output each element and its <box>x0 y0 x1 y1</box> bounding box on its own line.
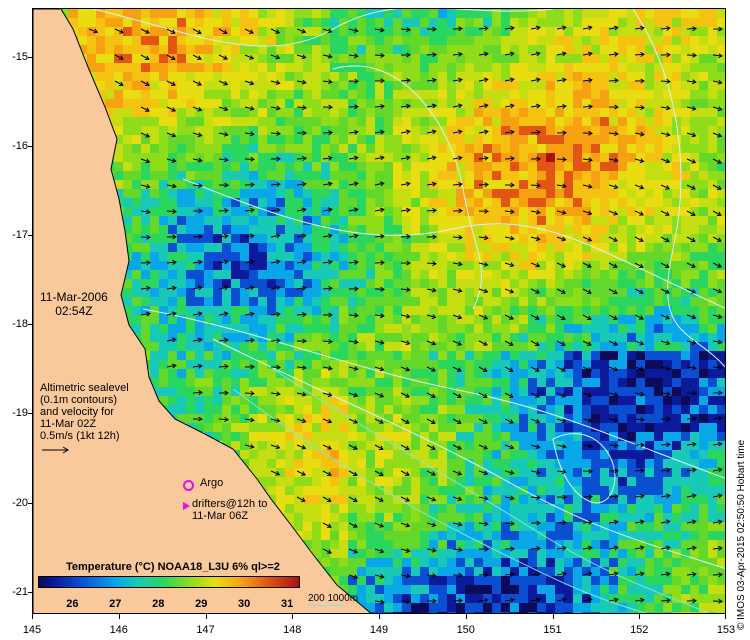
temperature-colorbar <box>38 576 300 588</box>
argo-marker-icon <box>183 480 194 491</box>
altimetry-line: 0.5m/s (1kt 12h) <box>40 430 120 442</box>
lat-tick-mark <box>28 591 33 593</box>
lon-tick-label: 149 <box>369 624 389 636</box>
lon-tick-mark <box>32 614 33 619</box>
altimetry-line: and velocity for <box>40 406 114 418</box>
colorbar-tick-label: 27 <box>109 598 122 610</box>
legend-title: Temperature (°C) NOAA18_L3U 6% ql>=2 <box>66 561 280 573</box>
drifter-marker-icon <box>183 502 190 510</box>
lon-tick-mark <box>292 614 294 619</box>
isobath-legend: 200 1000m <box>308 593 359 604</box>
colorbar-tick-label: 30 <box>238 598 251 610</box>
lat-tick-mark <box>28 324 33 326</box>
credit-text: © IMOS 03-Apr-2015 02:50:50 Hobart time <box>736 439 747 630</box>
lon-tick-label: 145 <box>22 624 42 636</box>
lon-tick-label: 150 <box>456 624 475 636</box>
isobath-legend-line <box>308 605 344 606</box>
argo-label: Argo <box>200 477 224 489</box>
colorbar-tick-label: 28 <box>152 598 165 610</box>
lat-tick-mark <box>28 57 33 58</box>
lat-tick-label: -18 <box>12 318 28 331</box>
lon-tick-mark <box>118 614 120 619</box>
date-text: 11-Mar-2006 <box>40 290 108 304</box>
lat-tick-label: -15 <box>12 51 28 63</box>
lon-tick-mark <box>379 614 380 619</box>
altimetry-annotation: Altimetric sealevel (0.1m contours) and … <box>40 382 129 455</box>
lon-tick-mark <box>205 614 207 619</box>
lat-tick-label: -19 <box>12 407 28 420</box>
lon-tick-mark <box>465 614 467 619</box>
lon-tick-label: 151 <box>543 624 562 636</box>
velocity-scale-arrow-icon <box>42 446 69 454</box>
lon-tick-mark <box>552 614 554 619</box>
lon-tick-mark <box>639 614 641 619</box>
lat-tick-label: -20 <box>12 496 28 509</box>
lon-tick-label: 146 <box>109 624 128 636</box>
lon-tick-label: 148 <box>283 624 302 636</box>
drifter-line: 11-Mar 06Z <box>192 510 249 522</box>
lat-tick-mark <box>28 146 33 148</box>
lon-tick-mark <box>725 614 726 619</box>
sst-map[interactable] <box>32 8 726 614</box>
altimetry-line: 11-Mar 02Z <box>40 418 97 430</box>
date-annotation: 11-Mar-2006 02:54Z <box>40 290 108 318</box>
sst-map-canvas <box>33 9 725 613</box>
drifter-annotation: drifters@12h to 11-Mar 06Z <box>192 498 267 522</box>
altimetry-line: (0.1m contours) <box>40 394 118 406</box>
lon-tick-label: 147 <box>196 624 215 636</box>
drifter-line: drifters@12h to <box>192 498 268 510</box>
colorbar-tick-label: 26 <box>66 598 79 610</box>
lat-tick-mark <box>28 502 33 504</box>
lat-tick-mark <box>28 235 33 237</box>
colorbar-tick-label: 29 <box>195 598 208 610</box>
lat-tick-mark <box>28 413 33 415</box>
lat-tick-label: -16 <box>12 140 28 153</box>
lon-tick-label: 152 <box>630 624 649 636</box>
time-text: 02:54Z <box>55 304 93 318</box>
altimetry-line: Altimetric sealevel <box>40 382 129 394</box>
colorbar-tick-label: 31 <box>280 598 294 610</box>
lat-tick-label: -17 <box>12 229 28 242</box>
lat-tick-label: -21 <box>12 585 28 598</box>
